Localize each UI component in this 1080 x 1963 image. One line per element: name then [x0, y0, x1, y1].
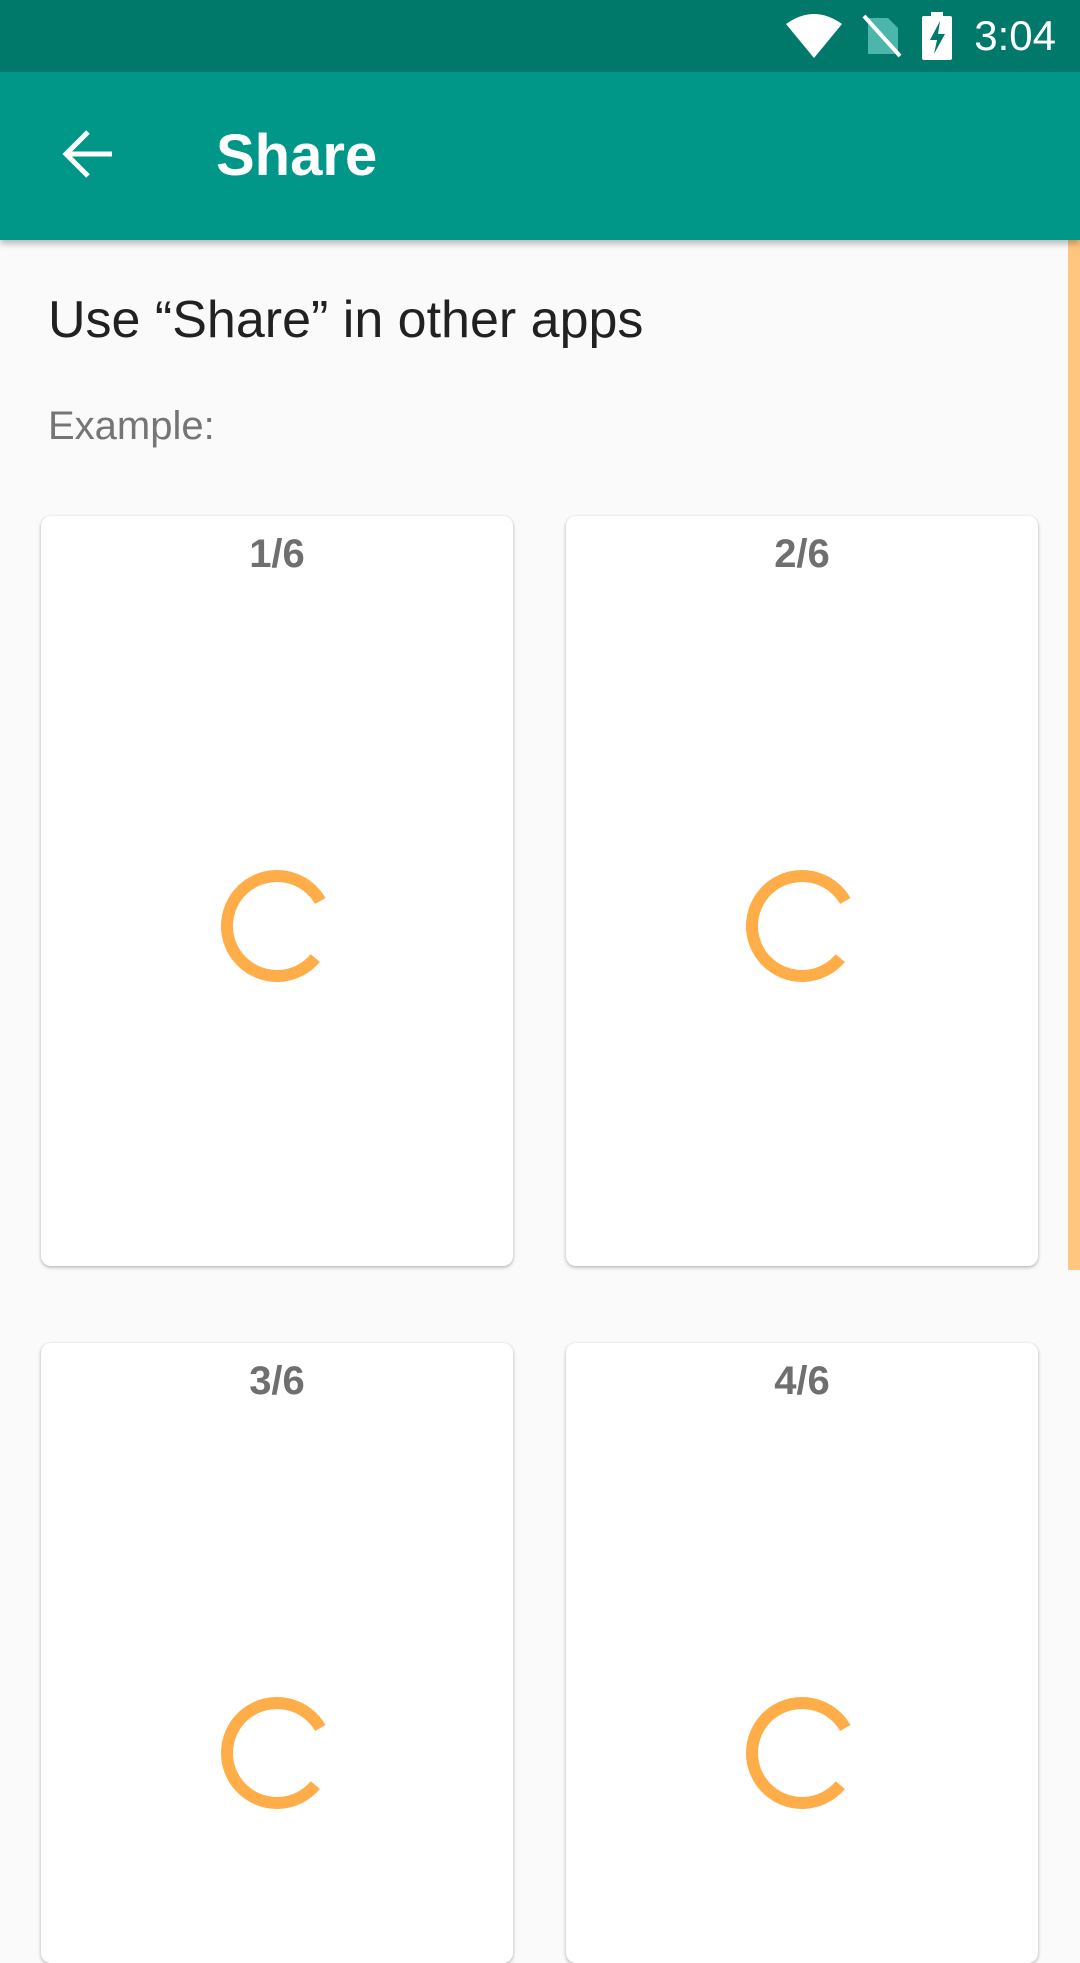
battery-charging-icon — [922, 12, 953, 60]
example-card[interactable]: 4/6 — [566, 1343, 1038, 1963]
back-button[interactable] — [40, 108, 136, 204]
example-label: Example: — [48, 404, 215, 448]
example-card[interactable]: 3/6 — [41, 1343, 513, 1963]
loading-spinner-icon — [221, 1696, 326, 1809]
arrow-back-icon — [62, 128, 114, 185]
loading-spinner-icon — [746, 869, 851, 982]
example-card[interactable]: 1/6 — [41, 516, 513, 1266]
status-bar: 3:04 — [0, 0, 1080, 72]
scroll-indicator[interactable] — [1068, 240, 1080, 1270]
card-page-label: 2/6 — [774, 532, 830, 576]
card-page-label: 3/6 — [249, 1359, 305, 1403]
example-card[interactable]: 2/6 — [566, 516, 1038, 1266]
status-icons: 3:04 — [766, 0, 1056, 72]
loading-spinner-icon — [746, 1696, 851, 1809]
page-title: Share — [216, 123, 378, 188]
app-bar: Share — [0, 72, 1080, 240]
section-heading: Use “Share” in other apps — [48, 291, 644, 349]
card-page-label: 4/6 — [774, 1359, 830, 1403]
card-page-label: 1/6 — [249, 532, 305, 576]
no-sim-icon — [862, 14, 902, 58]
status-time: 3:04 — [974, 12, 1056, 59]
loading-spinner-icon — [221, 869, 326, 982]
wifi-icon — [786, 14, 843, 58]
